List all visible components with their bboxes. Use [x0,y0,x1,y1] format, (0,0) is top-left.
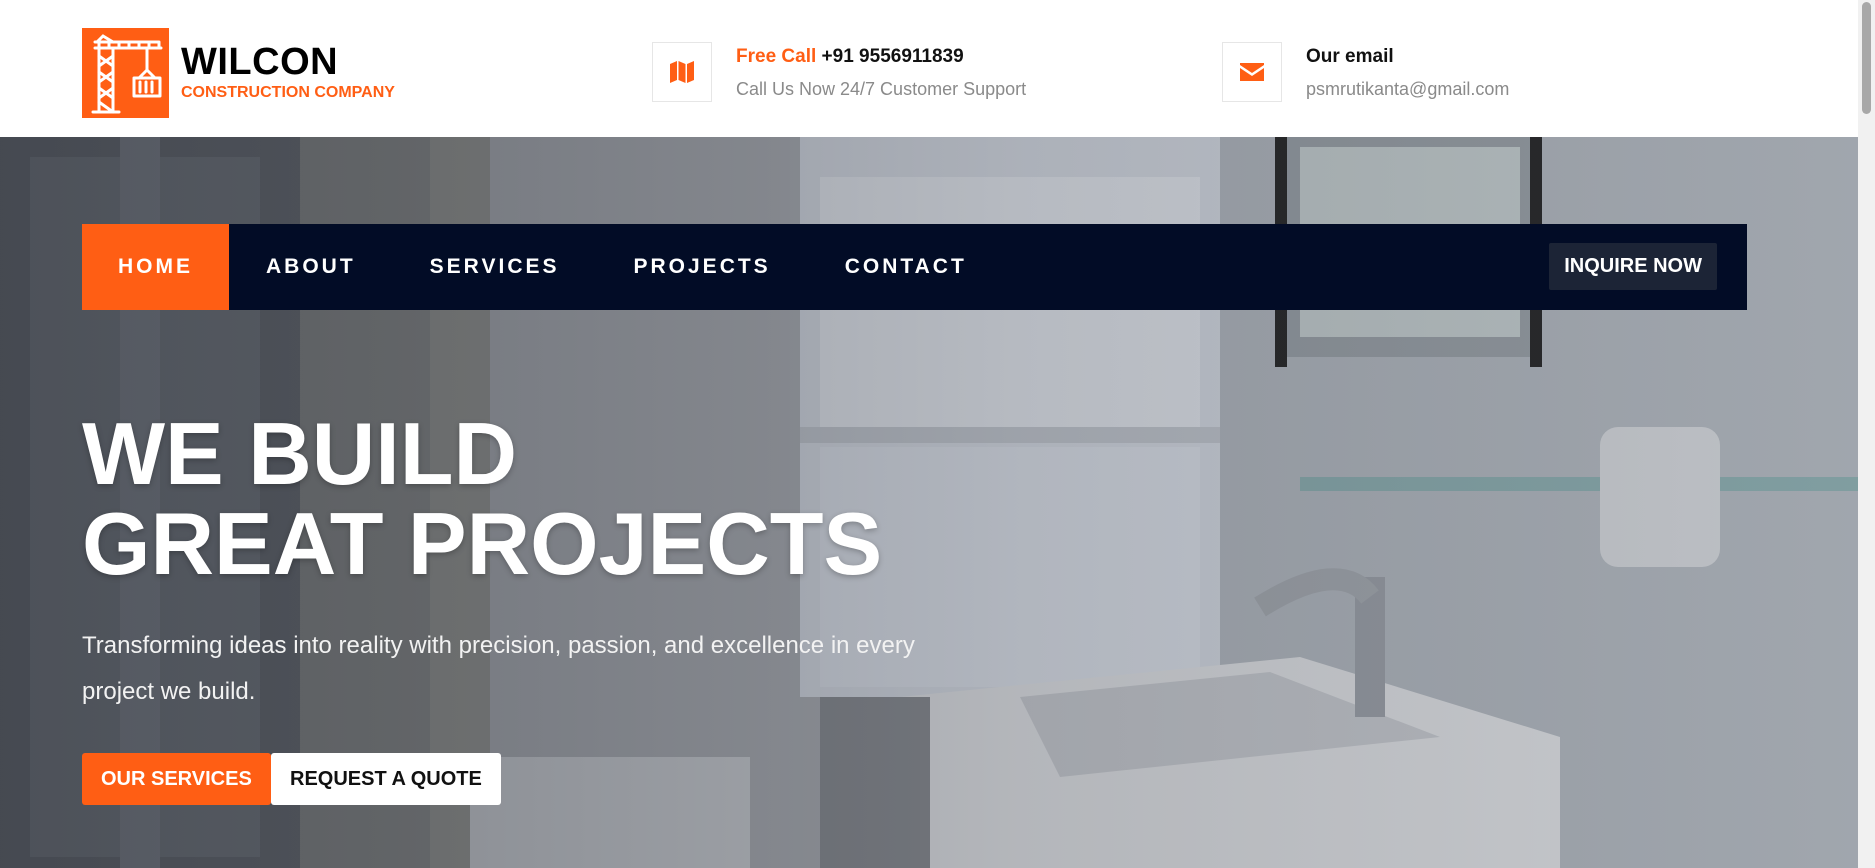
crane-icon [82,28,169,118]
brand-logo[interactable]: WILCON CONSTRUCTION COMPANY [82,28,395,118]
hero-tagline: Transforming ideas into reality with pre… [82,632,915,705]
main-navigation: HOME ABOUT SERVICES PROJECTS CONTACT INQ… [82,224,1747,310]
phone-number[interactable]: +91 9556911839 [822,46,964,67]
nav-item-services[interactable]: SERVICES [393,224,597,310]
hero-headline: WE BUILD GREAT PROJECTS [82,409,882,589]
email-address[interactable]: psmrutikanta@gmail.com [1306,78,1509,100]
brand-name: WILCON [181,41,339,83]
headline-line-1: WE BUILD [82,404,518,503]
map-icon [652,42,712,102]
contact-email: Our email psmrutikanta@gmail.com [1222,42,1509,102]
top-header: WILCON CONSTRUCTION COMPANY Free Call +9… [0,0,1858,137]
inquire-now-button[interactable]: INQUIRE NOW [1549,243,1717,290]
hero-section: HOME ABOUT SERVICES PROJECTS CONTACT INQ… [0,137,1858,868]
email-label: Our email [1306,46,1394,67]
call-support-text: Call Us Now 24/7 Customer Support [736,79,1027,99]
scrollbar-thumb[interactable] [1862,2,1871,114]
nav-item-contact[interactable]: CONTACT [808,224,1004,310]
headline-line-2: GREAT PROJECTS [82,494,883,593]
request-quote-button[interactable]: REQUEST A QUOTE [271,753,501,805]
nav-item-about[interactable]: ABOUT [229,224,393,310]
envelope-icon [1222,42,1282,102]
our-services-button[interactable]: OUR SERVICES [82,753,271,805]
nav-item-projects[interactable]: PROJECTS [597,224,808,310]
brand-subtitle: CONSTRUCTION COMPANY [181,84,395,101]
page-scrollbar[interactable] [1858,0,1875,868]
free-call-label: Free Call [736,46,817,67]
contact-call: Free Call +91 9556911839 Call Us Now 24/… [652,42,1026,102]
nav-item-home[interactable]: HOME [82,224,229,310]
